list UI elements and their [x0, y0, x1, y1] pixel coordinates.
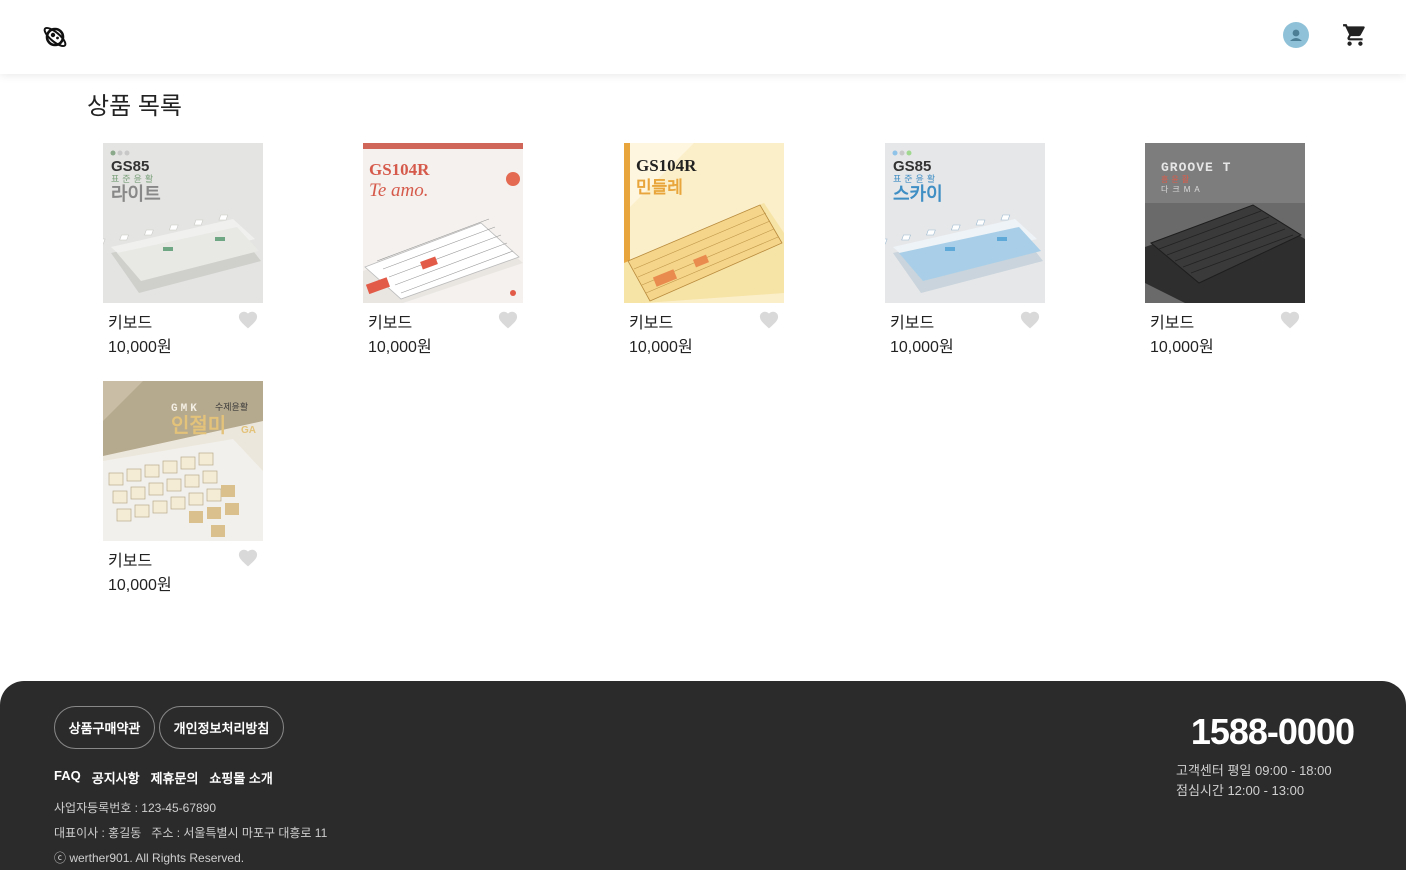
product-card[interactable]: GMK 수제윤활 인절미 GA 키보드 10,000원: [103, 381, 263, 594]
footer-link-partnership[interactable]: 제휴문의: [151, 768, 199, 787]
page-title: 상품 목록: [87, 93, 182, 120]
product-thumbnail[interactable]: GS104R 민들레: [624, 143, 784, 303]
header: [0, 0, 1406, 74]
product-name: 키보드: [1150, 315, 1195, 332]
heart-icon[interactable]: [758, 309, 780, 329]
thumb-name: 라이트: [111, 184, 161, 204]
product-card[interactable]: GS85 표준윤활 스카이 키보드 10,000원: [885, 143, 1045, 356]
product-card[interactable]: GS104R 민들레 키보드 10,000원: [624, 143, 784, 356]
product-price: 10,000원: [890, 339, 954, 356]
thumb-title: GS85: [111, 158, 150, 175]
product-thumbnail[interactable]: GS104R Te amo.: [363, 143, 523, 303]
footer: 상품구매약관 개인정보처리방침 FAQ 공지사항 제휴문의 쇼핑몰 소개 사업자…: [0, 681, 1406, 870]
heart-icon[interactable]: [237, 547, 259, 567]
thumb-subtitle: 민들레: [636, 178, 683, 197]
shopping-cart-icon[interactable]: [1342, 22, 1368, 48]
copyright: ⓒ werther901. All Rights Reserved.: [54, 851, 245, 865]
thumb-title: GS104R: [369, 160, 430, 179]
product-price: 10,000원: [108, 339, 172, 356]
product-name: 키보드: [108, 553, 153, 570]
thumb-name: 인절미: [171, 415, 227, 437]
thumb-subtitle: 표준윤활: [111, 174, 157, 184]
customer-hours: 고객센터 평일 09:00 - 18:00: [1176, 763, 1332, 778]
customer-phone: 1588-0000: [1190, 711, 1355, 752]
product-thumbnail[interactable]: GS85 표준윤활 스카이: [885, 143, 1045, 303]
product-price: 10,000원: [368, 339, 432, 356]
product-name: 키보드: [629, 315, 674, 332]
heart-icon[interactable]: [237, 309, 259, 329]
footer-link-about[interactable]: 쇼핑몰 소개: [209, 768, 272, 787]
heart-icon[interactable]: [497, 309, 519, 329]
thumb-subtitle: 흥윤활: [1161, 175, 1193, 184]
product-card[interactable]: GS104R Te amo. 키보드 10,000원: [363, 143, 523, 356]
lunch-hours: 점심시간 12:00 - 13:00: [1176, 783, 1305, 798]
footer-link-faq[interactable]: FAQ: [54, 768, 81, 787]
thumb-name: 다크MA: [1161, 185, 1204, 194]
thumb-title: GS104R: [636, 156, 697, 175]
footer-link-notice[interactable]: 공지사항: [92, 768, 140, 787]
thumb-title: GMK: [171, 403, 200, 415]
thumb-subtitle: 표준윤활: [893, 174, 939, 184]
thumb-title: GROOVE T: [1161, 160, 1232, 175]
product-name: 키보드: [108, 315, 153, 332]
ceo-address: 대표이사 : 홍길동 주소 : 서울특별시 마포구 대흥로 11: [54, 826, 328, 840]
thumb-title: GS85: [893, 158, 932, 175]
product-price: 10,000원: [629, 339, 693, 356]
product-card[interactable]: GROOVE T 흥윤활 다크MA 키보드 10,000원: [1145, 143, 1305, 356]
heart-icon[interactable]: [1279, 309, 1301, 329]
product-card[interactable]: GS85 표준윤활 라이트 키보드 10,000원: [103, 143, 263, 356]
product-thumbnail[interactable]: GROOVE T 흥윤활 다크MA: [1145, 143, 1305, 303]
footer-links: FAQ 공지사항 제휴문의 쇼핑몰 소개: [54, 768, 273, 787]
product-price: 10,000원: [108, 577, 172, 594]
planet-logo-icon[interactable]: [40, 22, 70, 52]
user-avatar-icon[interactable]: [1283, 22, 1309, 48]
thumb-tag: GA: [241, 425, 256, 436]
heart-icon[interactable]: [1019, 309, 1041, 329]
product-price: 10,000원: [1150, 339, 1214, 356]
thumb-subtitle: Te amo.: [369, 180, 429, 201]
thumb-name: 스카이: [893, 184, 943, 204]
privacy-policy-button[interactable]: 개인정보처리방침: [159, 706, 284, 749]
thumb-subtitle: 수제윤활: [215, 402, 249, 412]
product-thumbnail[interactable]: GS85 표준윤활 라이트: [103, 143, 263, 303]
product-name: 키보드: [890, 315, 935, 332]
terms-button[interactable]: 상품구매약관: [54, 706, 155, 749]
product-name: 키보드: [368, 315, 413, 332]
product-thumbnail[interactable]: GMK 수제윤활 인절미 GA: [103, 381, 263, 541]
business-number: 사업자등록번호 : 123-45-67890: [54, 801, 217, 815]
